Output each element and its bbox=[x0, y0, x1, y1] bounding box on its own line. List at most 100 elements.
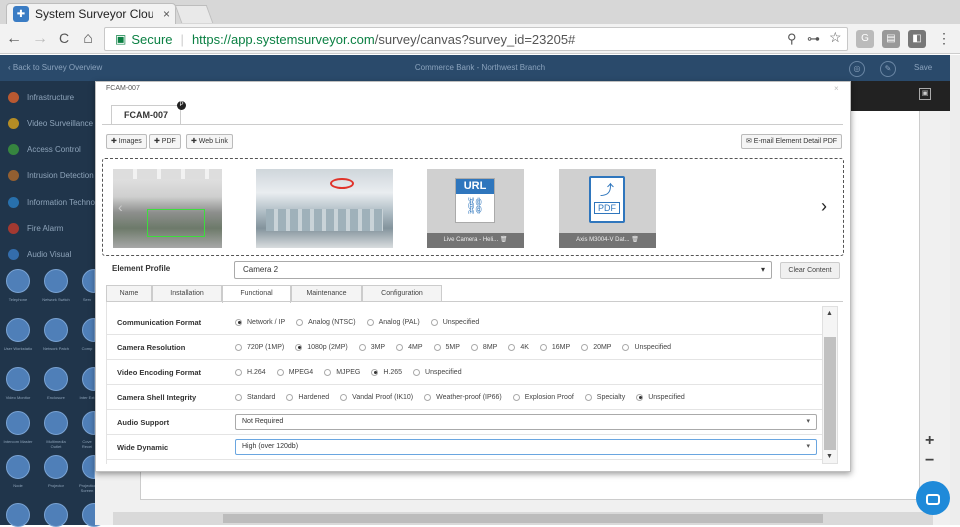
reload-icon[interactable]: C bbox=[54, 30, 74, 46]
page-scrollbar[interactable] bbox=[950, 55, 960, 525]
zoom-in-icon[interactable]: + bbox=[925, 432, 934, 450]
subtab-configuration[interactable]: Configuration bbox=[362, 285, 442, 302]
radio-button[interactable] bbox=[371, 368, 379, 376]
image-icon[interactable]: ▣ bbox=[919, 88, 931, 100]
radio-option[interactable]: 5MP bbox=[433, 343, 460, 351]
radio-option[interactable]: 4MP bbox=[396, 343, 423, 351]
field-select[interactable]: Not Required ▾ bbox=[235, 414, 817, 430]
edit-icon[interactable]: ✎ bbox=[880, 61, 896, 77]
radio-option[interactable]: H.265 bbox=[371, 368, 402, 376]
radio-option[interactable]: Standard bbox=[235, 393, 275, 401]
radio-option[interactable]: Unspecified bbox=[430, 318, 479, 326]
radio-button[interactable] bbox=[295, 343, 303, 351]
radio-button[interactable] bbox=[433, 343, 441, 351]
radio-option[interactable]: Hardened bbox=[286, 393, 329, 401]
save-button[interactable]: Save bbox=[914, 63, 932, 72]
element-tile-icon[interactable] bbox=[44, 318, 68, 342]
add-web-link-button[interactable]: ✚ Web Link bbox=[186, 134, 233, 149]
radio-button[interactable] bbox=[413, 368, 421, 376]
extension-g-icon[interactable]: G bbox=[856, 30, 874, 48]
radio-button[interactable] bbox=[235, 393, 242, 401]
tab-element[interactable]: FCAM-007 bbox=[111, 105, 181, 125]
sidebar-item[interactable]: Fire Alarm bbox=[0, 216, 95, 242]
email-pdf-button[interactable]: ✉ E-mail Element Detail PDF bbox=[741, 134, 843, 149]
chat-icon[interactable] bbox=[916, 481, 950, 515]
radio-option[interactable]: 4K bbox=[508, 343, 529, 351]
clear-content-button[interactable]: Clear Content bbox=[780, 262, 840, 279]
radio-button[interactable] bbox=[235, 343, 242, 351]
fields-scrollbar[interactable]: ▲ ▼ bbox=[822, 306, 838, 464]
scrollbar-thumb[interactable] bbox=[824, 337, 836, 450]
sidebar-item[interactable]: Video Surveillance bbox=[0, 110, 95, 136]
radio-option[interactable]: Unspecified bbox=[636, 393, 685, 401]
radio-button[interactable] bbox=[235, 368, 242, 376]
browser-tab[interactable]: ✚ System Surveyor Cloud V × bbox=[6, 3, 176, 24]
element-tile-icon[interactable] bbox=[44, 269, 68, 293]
element-tile-icon[interactable] bbox=[44, 367, 68, 391]
subtab-name[interactable]: Name bbox=[106, 285, 152, 302]
radio-option[interactable]: MPEG4 bbox=[276, 368, 313, 376]
radio-button[interactable] bbox=[508, 343, 516, 351]
key-icon[interactable]: ⊶ bbox=[807, 31, 820, 47]
browser-menu-icon[interactable]: ⋮ bbox=[934, 30, 954, 47]
radio-button[interactable] bbox=[276, 368, 284, 376]
radio-option[interactable]: 720P (1MP) bbox=[235, 343, 284, 351]
element-tile-icon[interactable] bbox=[6, 269, 30, 293]
element-tile-icon[interactable] bbox=[6, 503, 30, 527]
radio-button[interactable] bbox=[235, 318, 242, 326]
subtab-installation[interactable]: Installation bbox=[152, 285, 222, 302]
element-tile-icon[interactable] bbox=[6, 455, 30, 479]
modal-close-icon[interactable]: × bbox=[834, 84, 839, 93]
back-icon[interactable]: ← bbox=[4, 30, 24, 48]
radio-button[interactable] bbox=[584, 393, 592, 401]
zoom-search-icon[interactable]: ⚲ bbox=[787, 31, 797, 47]
radio-option[interactable]: MJPEG bbox=[324, 368, 360, 376]
radio-option[interactable]: Analog (NTSC) bbox=[296, 318, 356, 326]
add-images-button[interactable]: ✚ Images bbox=[106, 134, 147, 149]
new-tab-button[interactable] bbox=[174, 5, 214, 23]
field-select[interactable]: High (over 120db) ▾ bbox=[235, 439, 817, 455]
sidebar-item[interactable]: Information Techno bbox=[0, 189, 95, 215]
tab-close-icon[interactable]: × bbox=[163, 7, 170, 21]
bookmark-star-icon[interactable]: ☆ bbox=[829, 29, 842, 46]
radio-option[interactable]: Weather-proof (IP66) bbox=[424, 393, 502, 401]
layers-icon[interactable]: ◎ bbox=[849, 61, 865, 77]
sidebar-item[interactable]: Access Control bbox=[0, 137, 95, 163]
scrollbar-thumb[interactable] bbox=[223, 514, 823, 523]
element-profile-select[interactable]: Camera 2 ▾ bbox=[234, 261, 772, 279]
extension-icon[interactable]: ◧ bbox=[908, 30, 926, 48]
element-tile-icon[interactable] bbox=[44, 455, 68, 479]
photo-thumbnail[interactable] bbox=[113, 169, 222, 248]
scroll-down-icon[interactable]: ▼ bbox=[826, 453, 833, 460]
radio-option[interactable]: 3MP bbox=[358, 343, 385, 351]
element-tile-icon[interactable] bbox=[6, 411, 30, 435]
photo-thumbnail[interactable] bbox=[256, 169, 393, 248]
sidebar-item[interactable]: Intrusion Detection bbox=[0, 163, 95, 189]
radio-button[interactable] bbox=[424, 393, 432, 401]
radio-button[interactable] bbox=[366, 318, 374, 326]
horizontal-scrollbar[interactable] bbox=[113, 512, 933, 525]
element-tile-icon[interactable] bbox=[6, 367, 30, 391]
element-tile-icon[interactable] bbox=[44, 503, 68, 527]
element-tile-icon[interactable] bbox=[44, 411, 68, 435]
radio-button[interactable] bbox=[324, 368, 332, 376]
radio-option[interactable]: H.264 bbox=[235, 368, 266, 376]
radio-button[interactable] bbox=[581, 343, 589, 351]
radio-button[interactable] bbox=[296, 318, 304, 326]
zoom-out-icon[interactable]: − bbox=[925, 452, 934, 470]
radio-option[interactable]: 1080p (2MP) bbox=[295, 343, 348, 351]
radio-option[interactable]: 8MP bbox=[470, 343, 497, 351]
scroll-up-icon[interactable]: ▲ bbox=[826, 310, 833, 317]
radio-option[interactable]: Specialty bbox=[584, 393, 625, 401]
forward-icon[interactable]: → bbox=[30, 30, 50, 48]
sidebar-item[interactable]: Audio Visual bbox=[0, 242, 95, 268]
radio-button[interactable] bbox=[636, 393, 644, 401]
extension-icon[interactable]: ▤ bbox=[882, 30, 900, 48]
radio-option[interactable]: Analog (PAL) bbox=[366, 318, 420, 326]
gallery-next-icon[interactable]: › bbox=[810, 193, 838, 221]
radio-button[interactable] bbox=[622, 343, 630, 351]
radio-button[interactable] bbox=[396, 343, 404, 351]
radio-option[interactable]: Network / IP bbox=[235, 318, 285, 326]
radio-option[interactable]: Unspecified bbox=[622, 343, 671, 351]
radio-button[interactable] bbox=[539, 343, 547, 351]
